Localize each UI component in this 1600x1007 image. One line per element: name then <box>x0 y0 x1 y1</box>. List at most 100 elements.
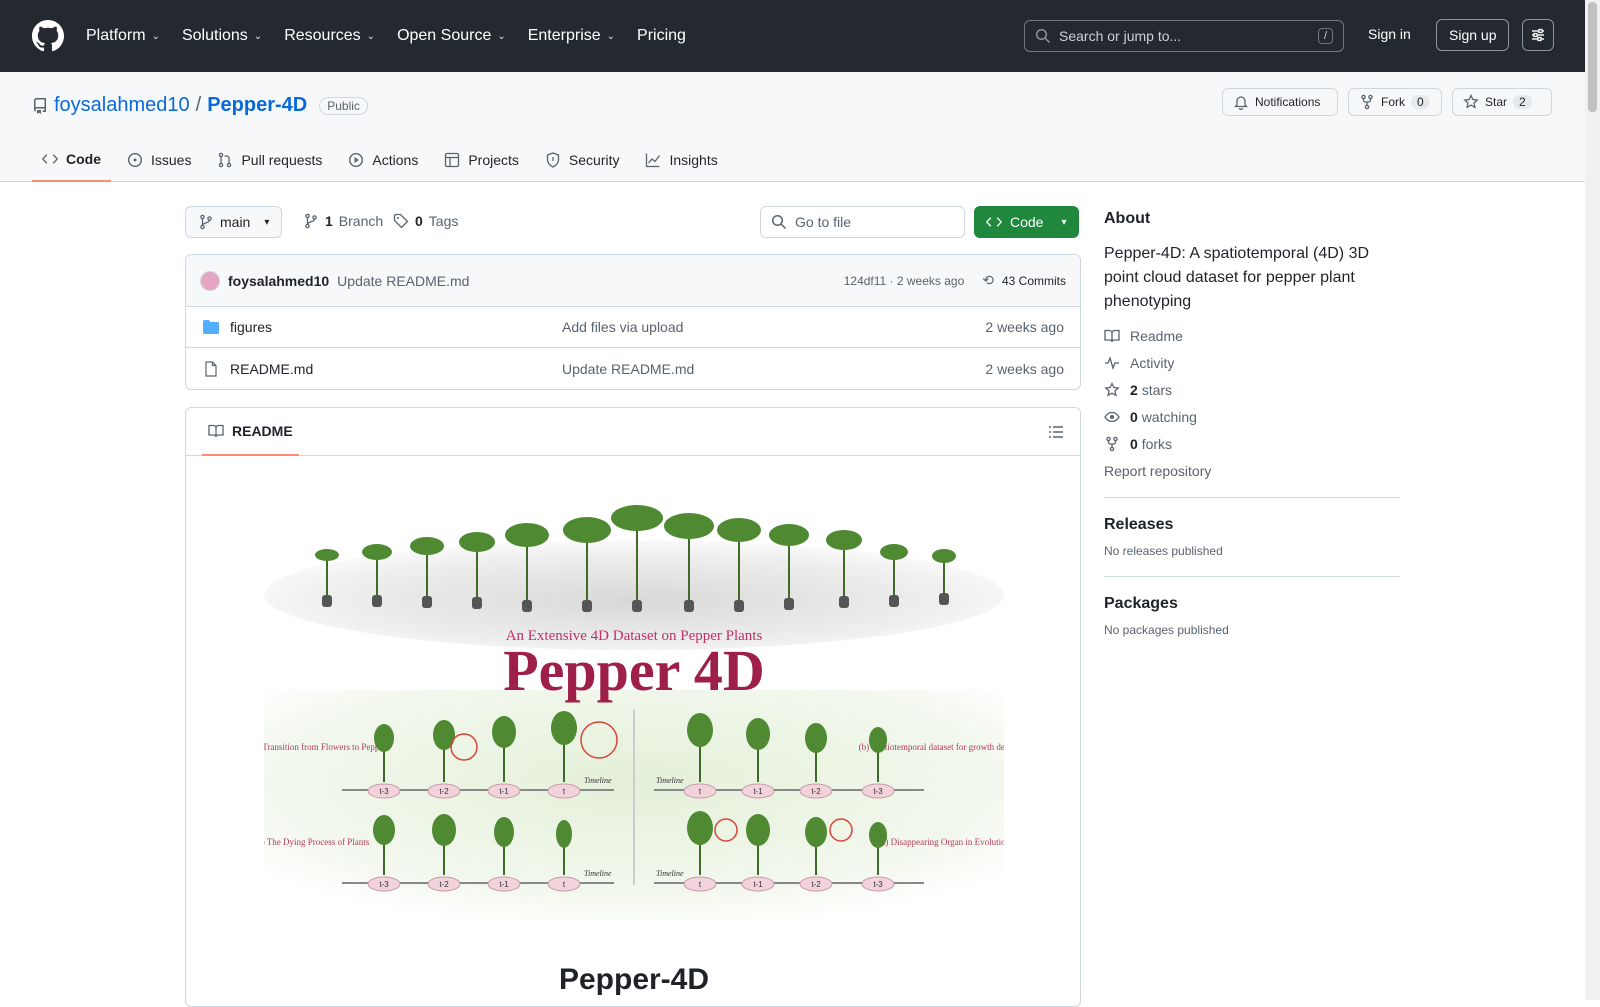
tick-label: t-3 <box>873 880 883 889</box>
nav-open-source[interactable]: Open Source ⌄ <box>397 27 506 45</box>
tab-pull-requests[interactable]: Pull requests <box>207 138 332 182</box>
file-row[interactable]: figures Add files via upload 2 weeks ago <box>186 307 1080 348</box>
tick-label: t-1 <box>499 880 509 889</box>
bell-icon <box>1233 96 1249 110</box>
search-shortcut-key: / <box>1317 28 1333 44</box>
nav-platform[interactable]: Platform ⌄ <box>86 27 160 45</box>
repo-header: foysalahmed10 / Pepper-4D Public Notific… <box>0 72 1585 182</box>
stars-count: 2 <box>1130 382 1138 398</box>
github-logo-icon[interactable] <box>32 20 64 52</box>
repo-title: foysalahmed10 / Pepper-4D Public <box>32 94 368 117</box>
tab-insights[interactable]: Insights <box>635 138 727 182</box>
activity-link-label: Activity <box>1130 355 1175 371</box>
tick-label: t-3 <box>379 880 389 889</box>
nav-resources[interactable]: Resources ⌄ <box>284 27 375 45</box>
scrollbar-thumb[interactable] <box>1588 2 1597 112</box>
code-dropdown-button[interactable]: Code ▾ <box>974 206 1079 238</box>
readme-link[interactable]: Readme <box>1104 328 1400 344</box>
repo-separator: / <box>195 94 202 116</box>
search-input[interactable]: Search or jump to... / <box>1024 20 1344 52</box>
activity-link[interactable]: Activity <box>1104 355 1400 371</box>
avatar[interactable] <box>200 270 220 291</box>
tab-security[interactable]: Security <box>535 138 630 182</box>
page-scrollbar[interactable] <box>1585 0 1600 1000</box>
pulse-icon <box>1105 356 1119 370</box>
commit-author[interactable]: foysalahmed10 <box>228 273 329 289</box>
report-repository-link[interactable]: Report repository <box>1104 463 1400 479</box>
tab-issues[interactable]: Issues <box>117 138 201 182</box>
tick-label: t-3 <box>873 787 883 796</box>
latest-commit: foysalahmed10 Update README.md 124df11 ·… <box>186 255 1080 307</box>
play-icon <box>349 152 364 168</box>
branch-icon <box>200 214 212 230</box>
readme-tab[interactable]: README <box>202 408 299 456</box>
caption-c: (c) The Dying Process of Plants <box>264 837 370 847</box>
releases-empty: No releases published <box>1104 544 1223 558</box>
repo-owner-link[interactable]: foysalahmed10 <box>54 94 190 117</box>
repo-name-link[interactable]: Pepper-4D <box>207 94 307 117</box>
file-commit-message[interactable]: Add files via upload <box>562 319 683 335</box>
tab-label: Pull requests <box>241 152 323 168</box>
file-icon <box>205 360 217 377</box>
tag-icon <box>393 213 409 229</box>
watching-link[interactable]: 0 watching <box>1104 409 1400 425</box>
search-placeholder: Search or jump to... <box>1059 28 1182 44</box>
nav-label: Resources <box>284 27 361 44</box>
caret-down-icon: ▾ <box>1061 216 1067 228</box>
releases-title[interactable]: Releases <box>1104 516 1400 534</box>
go-to-file-input[interactable]: Go to file <box>760 206 965 238</box>
caption-a: (a) The Transition from Flowers to Peppe… <box>264 742 390 752</box>
notifications-label: Notifications <box>1255 95 1321 109</box>
issue-icon <box>127 152 143 168</box>
nav-label: Pricing <box>637 27 686 44</box>
pull-request-icon <box>219 152 232 168</box>
branch-select-button[interactable]: main ▾ <box>185 206 283 238</box>
notifications-button[interactable]: Notifications <box>1222 88 1338 116</box>
tags-link[interactable]: 0 Tags <box>393 213 458 229</box>
figure-title: Pepper 4D <box>503 638 765 703</box>
commit-message[interactable]: Update README.md <box>337 273 469 289</box>
star-button[interactable]: Star 2 <box>1452 88 1552 116</box>
tab-actions[interactable]: Actions <box>338 138 428 182</box>
watching-count: 0 <box>1130 409 1138 425</box>
divider <box>1104 497 1400 498</box>
commits-link[interactable]: 43 Commits <box>1002 274 1066 288</box>
outline-list-icon[interactable] <box>1048 424 1064 440</box>
forks-label: forks <box>1141 436 1173 452</box>
go-to-file-placeholder: Go to file <box>795 214 852 230</box>
tab-code[interactable]: Code <box>32 138 111 182</box>
nav-enterprise[interactable]: Enterprise ⌄ <box>528 27 615 45</box>
star-icon <box>1104 382 1120 397</box>
chevron-down-icon: ⌄ <box>497 30 506 42</box>
file-name[interactable]: README.md <box>230 361 562 377</box>
file-row[interactable]: README.md Update README.md 2 weeks ago <box>186 348 1080 389</box>
packages-title[interactable]: Packages <box>1104 595 1400 613</box>
file-commit-message[interactable]: Update README.md <box>562 361 694 377</box>
nav-label: Open Source <box>397 27 492 44</box>
file-time: 2 weeks ago <box>985 360 1064 377</box>
stars-link[interactable]: 2 stars <box>1104 382 1400 398</box>
search-icon <box>1035 28 1051 44</box>
stars-text: 2 stars <box>1130 382 1172 398</box>
sign-in-link[interactable]: Sign in <box>1368 26 1411 42</box>
tab-projects[interactable]: Projects <box>434 138 529 182</box>
menu-toggle-button[interactable] <box>1522 19 1554 51</box>
packages-empty: No packages published <box>1104 623 1229 637</box>
tag-count-label: Tags <box>428 213 459 229</box>
nav-solutions[interactable]: Solutions ⌄ <box>182 27 262 45</box>
forks-link[interactable]: 0 forks <box>1104 436 1400 452</box>
tick-label: t-3 <box>379 787 389 796</box>
repo-tabs: Code Issues Pull requests Actions Projec… <box>32 138 734 182</box>
fork-button[interactable]: Fork 0 <box>1348 88 1442 116</box>
branches-link[interactable]: 1 Branch <box>303 213 383 229</box>
tick-label: t-2 <box>811 787 821 796</box>
code-button-label: Code <box>1010 214 1044 230</box>
watching-label: watching <box>1141 409 1197 425</box>
nav-pricing[interactable]: Pricing <box>637 27 686 45</box>
global-header: Platform ⌄ Solutions ⌄ Resources ⌄ Open Sou… <box>0 0 1585 72</box>
commit-sha-time[interactable]: 124df11 · 2 weeks ago <box>844 274 965 288</box>
sign-up-button[interactable]: Sign up <box>1436 19 1510 51</box>
tab-label: Actions <box>372 152 419 168</box>
book-icon <box>208 424 224 437</box>
file-name[interactable]: figures <box>230 319 562 335</box>
